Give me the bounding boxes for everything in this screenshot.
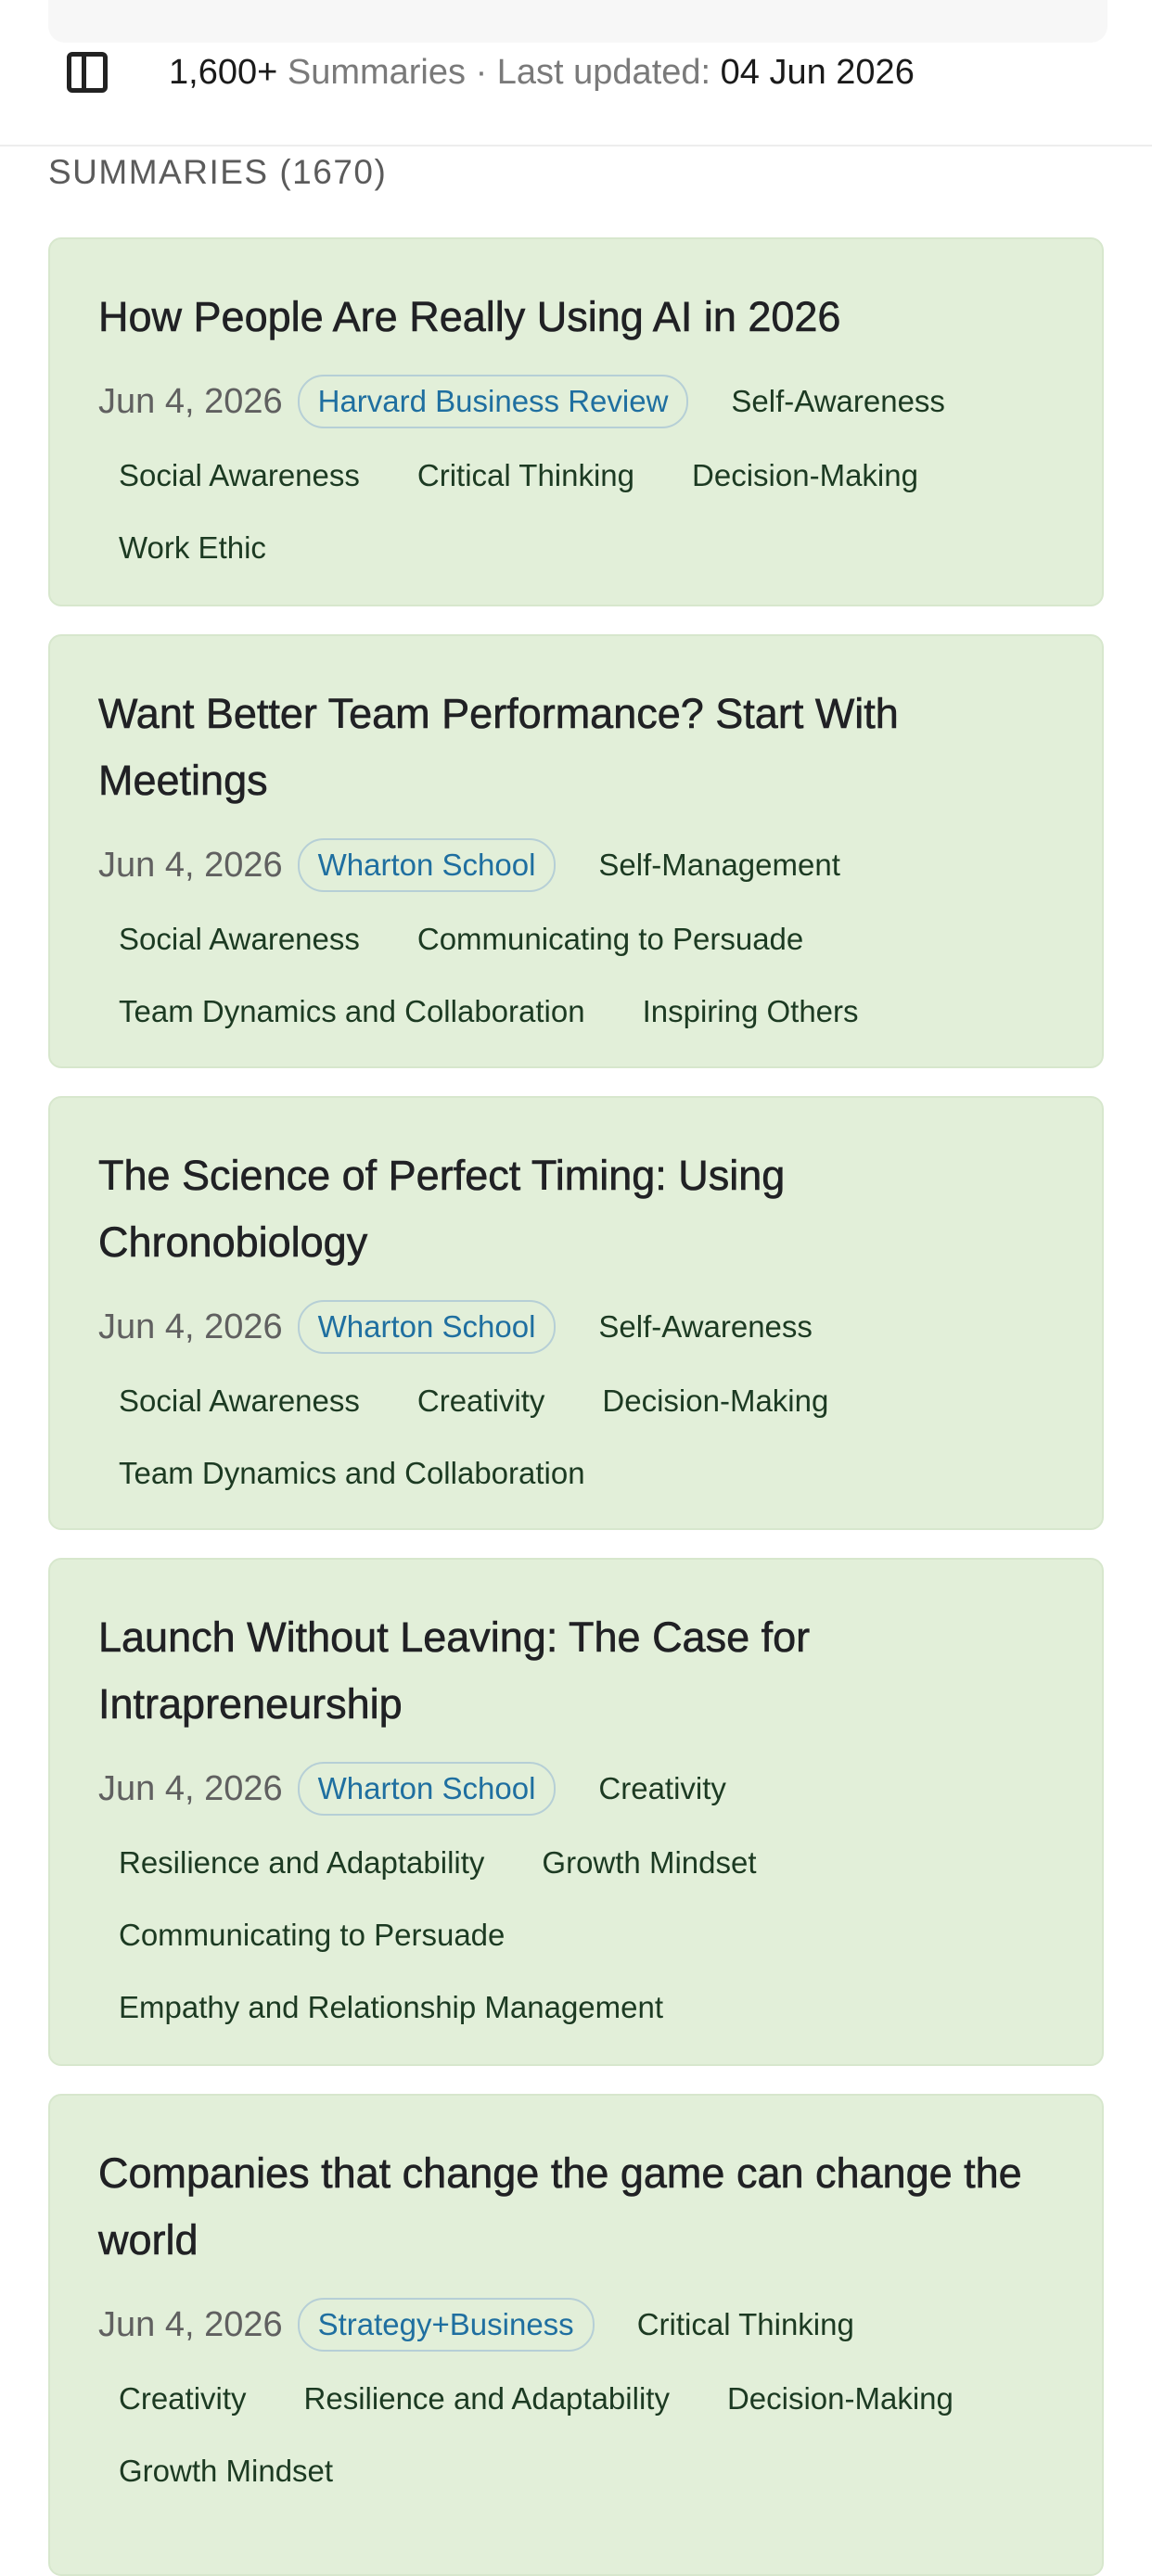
- summary-card[interactable]: How People Are Really Using AI in 2026 J…: [48, 237, 1104, 606]
- card-tags: Jun 4, 2026 Harvard Business Review Self…: [98, 363, 1054, 584]
- skill-tag[interactable]: Social Awareness: [98, 1365, 380, 1437]
- summary-card[interactable]: Launch Without Leaving: The Case for Int…: [48, 1558, 1104, 2066]
- source-chip[interactable]: Harvard Business Review: [297, 375, 689, 428]
- card-title: Launch Without Leaving: The Case for Int…: [98, 1613, 811, 1728]
- skill-tag[interactable]: Communicating to Persuade: [98, 1899, 525, 1971]
- source-chip[interactable]: Strategy+Business: [297, 2298, 595, 2352]
- card-title: The Science of Perfect Timing: Using Chr…: [98, 1152, 786, 1267]
- card-date: Jun 4, 2026: [98, 846, 283, 885]
- skill-tag[interactable]: Social Awareness: [98, 903, 380, 976]
- skill-tag[interactable]: Decision-Making: [582, 1365, 849, 1437]
- skill-tag[interactable]: Creativity: [98, 2363, 267, 2435]
- skill-tag[interactable]: Self-Awareness: [578, 1291, 833, 1363]
- card-title: How People Are Really Using AI in 2026: [98, 293, 841, 341]
- skill-tag[interactable]: Communicating to Persuade: [397, 903, 824, 976]
- summary-count: 1,600+: [169, 53, 278, 92]
- top-search-area: [48, 0, 1107, 43]
- source-chip[interactable]: Wharton School: [297, 838, 557, 892]
- summary-card[interactable]: Companies that change the game can chang…: [48, 2094, 1104, 2576]
- card-title: Companies that change the game can chang…: [98, 2149, 1022, 2264]
- skill-tag[interactable]: Social Awareness: [98, 440, 380, 512]
- card-tags: Jun 4, 2026 Strategy+Business Critical T…: [98, 2287, 1054, 2507]
- summary-card[interactable]: Want Better Team Performance? Start With…: [48, 634, 1104, 1068]
- skill-tag[interactable]: Growth Mindset: [521, 1827, 776, 1899]
- summaries-label: Summaries · Last updated:: [277, 53, 721, 92]
- skill-tag[interactable]: Creativity: [397, 1365, 566, 1437]
- skill-tag[interactable]: Team Dynamics and Collaboration: [98, 1437, 606, 1510]
- skill-tag[interactable]: Critical Thinking: [617, 2289, 875, 2361]
- skill-tag[interactable]: Growth Mindset: [98, 2435, 353, 2507]
- card-tags: Jun 4, 2026 Wharton School Creativity Re…: [98, 1751, 1054, 2044]
- skill-tag[interactable]: Resilience and Adaptability: [98, 1827, 505, 1899]
- summary-header: 1,600+ Summaries · Last updated: 04 Jun …: [0, 43, 1152, 147]
- skill-tag[interactable]: Team Dynamics and Collaboration: [98, 976, 606, 1048]
- skill-tag[interactable]: Decision-Making: [672, 440, 939, 512]
- skill-tag[interactable]: Empathy and Relationship Management: [98, 1971, 684, 2044]
- skill-tag[interactable]: Self-Awareness: [710, 365, 966, 438]
- skill-tag[interactable]: Work Ethic: [98, 512, 287, 584]
- card-date: Jun 4, 2026: [98, 1769, 283, 1808]
- card-date: Jun 4, 2026: [98, 1307, 283, 1346]
- skill-tag[interactable]: Decision-Making: [707, 2363, 974, 2435]
- skill-tag[interactable]: Self-Management: [578, 829, 860, 901]
- card-tags: Jun 4, 2026 Wharton School Self-Manageme…: [98, 827, 1054, 1048]
- skill-tag[interactable]: Resilience and Adaptability: [284, 2363, 690, 2435]
- summary-stats: 1,600+ Summaries · Last updated: 04 Jun …: [169, 50, 915, 95]
- source-chip[interactable]: Wharton School: [297, 1762, 557, 1816]
- card-tags: Jun 4, 2026 Wharton School Self-Awarenes…: [98, 1289, 1054, 1510]
- card-date: Jun 4, 2026: [98, 2305, 283, 2344]
- skill-tag[interactable]: Critical Thinking: [397, 440, 655, 512]
- card-title: Want Better Team Performance? Start With…: [98, 690, 899, 805]
- card-date: Jun 4, 2026: [98, 382, 283, 421]
- skill-tag[interactable]: Creativity: [578, 1753, 747, 1825]
- section-title: SUMMARIES (1670): [48, 153, 388, 191]
- sidebar-toggle-icon[interactable]: [67, 52, 108, 93]
- source-chip[interactable]: Wharton School: [297, 1300, 557, 1354]
- summary-card[interactable]: The Science of Perfect Timing: Using Chr…: [48, 1096, 1104, 1530]
- last-updated-date: 04 Jun 2026: [720, 53, 915, 92]
- skill-tag[interactable]: Inspiring Others: [622, 976, 879, 1048]
